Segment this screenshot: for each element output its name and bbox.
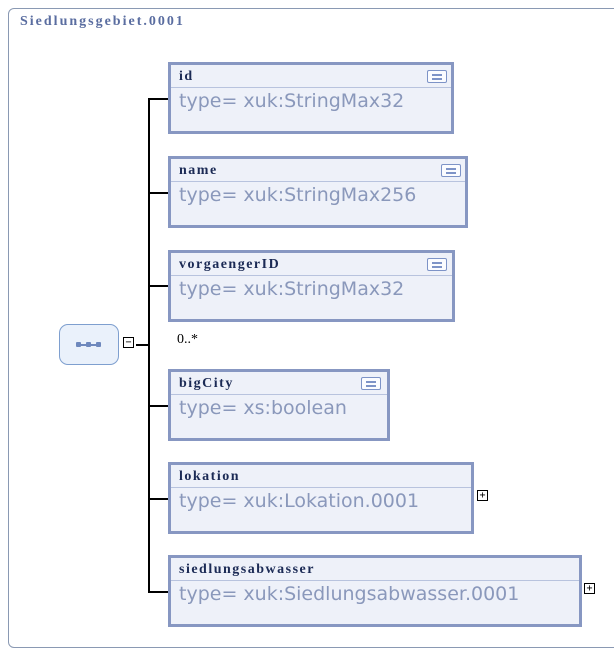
complex-type-title: Siedlungsgebiet.0001 [20,14,185,29]
expand-siedlungsabwasser-button[interactable]: + [584,583,595,594]
branch-line-siedlungsabwasser [148,591,169,593]
branch-line-id [148,98,169,100]
element-name-field[interactable]: name type= xuk:StringMax256 [168,156,468,228]
element-type: type= xuk:Lokation.0001 [179,490,420,512]
sequence-occurrence: 0..* [177,332,198,347]
element-type: type= xuk:StringMax32 [179,90,405,112]
element-name: id [179,69,194,84]
collapse-sequence-button[interactable]: − [123,337,134,348]
element-type: type= xuk:StringMax256 [179,184,417,206]
documentation-icon [427,70,447,83]
element-name: lokation [179,469,241,484]
element-type: type= xuk:StringMax32 [179,278,405,300]
element-vorgaengerid[interactable]: vorgaengerID type= xuk:StringMax32 [168,250,455,322]
element-type: type= xuk:Siedlungsabwasser.0001 [179,583,520,605]
branch-line-name [148,192,169,194]
element-name: name [179,163,218,178]
element-id[interactable]: id type= xuk:StringMax32 [168,62,454,134]
element-siedlungsabwasser[interactable]: siedlungsabwasser type= xuk:Siedlungsabw… [168,555,582,627]
element-name: vorgaengerID [179,257,281,272]
sequence-compositor-icon[interactable] [59,324,119,365]
schema-diagram: Siedlungsgebiet.0001 − 0..* id type= xuk… [0,0,614,648]
branch-line-bigcity [148,405,169,407]
documentation-icon [441,164,461,177]
branch-line-lokation [148,498,169,500]
element-type: type= xs:boolean [179,397,347,419]
element-lokation[interactable]: lokation type= xuk:Lokation.0001 [168,462,474,534]
sequence-connector-line [136,344,149,346]
element-name: bigCity [179,376,234,391]
element-name: siedlungsabwasser [179,562,315,577]
branch-line-vorgaengerid [148,285,169,287]
documentation-icon [361,377,381,390]
expand-lokation-button[interactable]: + [477,490,488,501]
element-bigcity[interactable]: bigCity type= xs:boolean [168,369,390,441]
documentation-icon [427,258,447,271]
